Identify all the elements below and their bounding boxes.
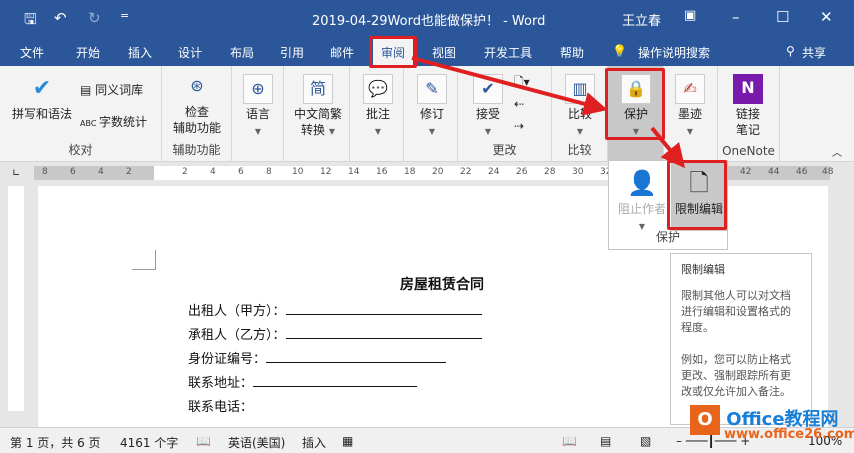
language-status[interactable]: 英语(美国) xyxy=(228,434,285,451)
macro-icon[interactable]: ▦ xyxy=(342,434,353,448)
proofing-icon[interactable]: 📖 xyxy=(196,434,211,448)
arrow-to-protect xyxy=(411,56,608,116)
print-layout-icon[interactable]: ▤ xyxy=(600,434,611,448)
read-mode-icon[interactable]: 📖 xyxy=(562,434,577,448)
office-logo-icon: O xyxy=(690,405,720,435)
web-layout-icon[interactable]: ▧ xyxy=(640,434,651,448)
annotation-arrows xyxy=(411,56,686,169)
watermark: O Office教程网 www.office26.com xyxy=(690,405,854,442)
insert-mode[interactable]: 插入 xyxy=(302,434,326,451)
watermark-url: www.office26.com xyxy=(724,427,854,442)
arrow-to-restrict xyxy=(650,126,686,169)
word-count[interactable]: 4161 个字 xyxy=(120,434,178,451)
page-count[interactable]: 第 1 页，共 6 页 xyxy=(10,434,101,451)
